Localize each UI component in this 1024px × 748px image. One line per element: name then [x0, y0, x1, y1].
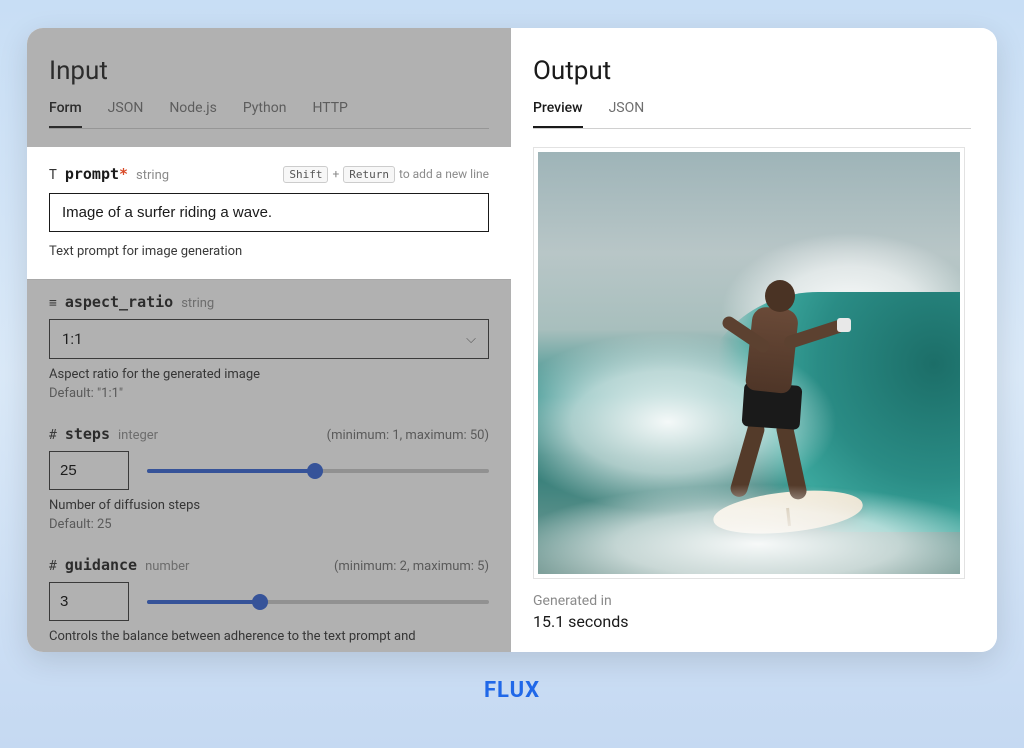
hint-tail: to add a new line — [399, 167, 489, 181]
number-type-icon: # — [49, 428, 57, 443]
tab-preview[interactable]: Preview — [533, 100, 583, 128]
aspect-ratio-select[interactable]: 1:1 ⌵ — [49, 319, 489, 359]
prompt-input[interactable] — [49, 193, 489, 232]
tab-output-json[interactable]: JSON — [609, 100, 645, 128]
guidance-header: # guidance number (minimum: 2, maximum: … — [49, 556, 489, 574]
prompt-header: T prompt* string Shift + Return to add a… — [49, 165, 489, 183]
guidance-description: Controls the balance between adherence t… — [49, 629, 489, 644]
surfer-head — [765, 280, 795, 312]
guidance-slider-fill — [147, 600, 260, 604]
tab-form[interactable]: Form — [49, 100, 82, 128]
input-tabs: Form JSON Node.js Python HTTP — [49, 100, 489, 129]
guidance-slider[interactable] — [147, 600, 489, 604]
steps-field-name: steps — [65, 425, 110, 443]
guidance-group: # guidance number (minimum: 2, maximum: … — [49, 556, 489, 644]
guidance-minmax: (minimum: 2, maximum: 5) — [334, 559, 489, 574]
steps-header: # steps integer (minimum: 1, maximum: 50… — [49, 425, 489, 443]
required-star: * — [119, 165, 128, 183]
newline-hint: Shift + Return to add a new line — [283, 166, 489, 183]
form-rest: ≡ aspect_ratio string 1:1 ⌵ Aspect ratio… — [27, 279, 511, 644]
guidance-field-name: guidance — [65, 556, 137, 574]
input-panel: Input Form JSON Node.js Python HTTP T pr… — [27, 28, 511, 652]
aspect-type: string — [181, 296, 214, 311]
guidance-range-row — [49, 582, 489, 621]
tab-nodejs[interactable]: Node.js — [169, 100, 217, 128]
guidance-label: # guidance number — [49, 556, 189, 574]
aspect-default: Default: "1:1" — [49, 386, 489, 401]
steps-description: Number of diffusion steps — [49, 498, 489, 513]
wave-foam-3 — [533, 484, 965, 579]
tab-json[interactable]: JSON — [108, 100, 144, 128]
surfer-torso — [745, 306, 800, 394]
steps-input[interactable] — [49, 451, 129, 490]
brand-label: FLUX — [484, 678, 540, 703]
guidance-type: number — [145, 559, 189, 574]
steps-minmax: (minimum: 1, maximum: 50) — [327, 428, 489, 443]
tab-http[interactable]: HTTP — [312, 100, 347, 128]
steps-type: integer — [118, 428, 158, 443]
number-type-icon-2: # — [49, 559, 57, 574]
aspect-description: Aspect ratio for the generated image — [49, 367, 489, 382]
prompt-label-wrap: T prompt* string — [49, 165, 169, 183]
kbd-shift: Shift — [283, 166, 328, 183]
steps-slider[interactable] — [147, 469, 489, 473]
tab-python[interactable]: Python — [243, 100, 287, 128]
prompt-description: Text prompt for image generation — [49, 244, 489, 259]
aspect-label: ≡ aspect_ratio string — [49, 293, 489, 311]
steps-slider-fill — [147, 469, 315, 473]
prompt-type: string — [136, 168, 169, 183]
input-header: Input Form JSON Node.js Python HTTP — [27, 28, 511, 147]
aspect-field-name: aspect_ratio — [65, 293, 173, 311]
steps-default: Default: 25 — [49, 517, 489, 532]
output-title: Output — [533, 56, 971, 86]
aspect-ratio-group: ≡ aspect_ratio string 1:1 ⌵ Aspect ratio… — [49, 293, 489, 401]
generated-time: 15.1 seconds — [533, 612, 971, 631]
text-type-icon: T — [49, 168, 57, 183]
list-type-icon: ≡ — [49, 296, 57, 311]
steps-label: # steps integer — [49, 425, 158, 443]
chevron-down-icon: ⌵ — [466, 332, 476, 347]
generated-in-label: Generated in — [533, 593, 971, 609]
guidance-input[interactable] — [49, 582, 129, 621]
preview-image-box — [533, 147, 965, 579]
output-tabs: Preview JSON — [533, 100, 971, 129]
kbd-return: Return — [343, 166, 395, 183]
app-card: Input Form JSON Node.js Python HTTP T pr… — [27, 28, 997, 652]
output-panel: Output Preview JSON — [511, 28, 997, 652]
steps-slider-thumb[interactable] — [307, 463, 323, 479]
prompt-field-name: prompt* — [65, 165, 128, 183]
prompt-section: T prompt* string Shift + Return to add a… — [27, 147, 511, 279]
prompt-name-text: prompt — [65, 165, 119, 183]
preview-image — [538, 152, 960, 574]
input-title: Input — [49, 56, 489, 86]
aspect-value: 1:1 — [62, 330, 83, 348]
guidance-slider-thumb[interactable] — [252, 594, 268, 610]
hint-plus: + — [332, 167, 339, 181]
steps-range-row — [49, 451, 489, 490]
steps-group: # steps integer (minimum: 1, maximum: 50… — [49, 425, 489, 532]
surfer-wristband — [837, 318, 851, 332]
